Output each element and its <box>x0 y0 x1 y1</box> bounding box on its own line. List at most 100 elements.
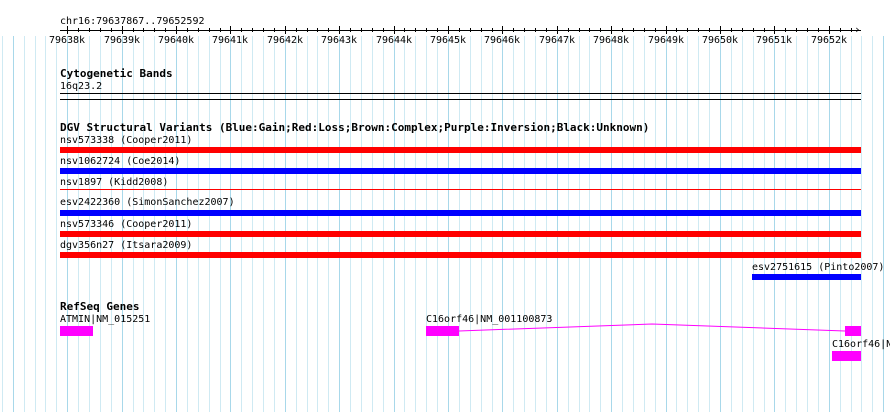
gene-exon[interactable] <box>426 326 459 336</box>
track-title-dgv-structural-variants[interactable]: DGV Structural Variants (Blue:Gain;Red:L… <box>60 122 649 133</box>
gene-intron-line <box>459 323 845 332</box>
ruler-tick <box>829 26 830 34</box>
gene-label[interactable]: ATMIN|NM_015251 <box>60 314 150 325</box>
ruler-minor-tick <box>492 28 493 32</box>
ruler-tick-label: 79642k <box>266 35 304 46</box>
ruler-tick <box>611 26 612 34</box>
ruler-tick-label: 79639k <box>103 35 141 46</box>
ruler-minor-tick <box>524 28 525 32</box>
gene-exon[interactable] <box>845 326 861 336</box>
ruler-tick-label: 79644k <box>375 35 413 46</box>
cytoband-line-bottom <box>60 99 861 100</box>
ruler-minor-tick <box>220 28 221 32</box>
ruler-arrow-icon: › <box>854 23 861 36</box>
ruler-minor-tick <box>187 28 188 32</box>
ruler-tick <box>394 26 395 34</box>
ruler-tick <box>502 26 503 34</box>
ruler-minor-tick <box>89 28 90 32</box>
ruler-minor-tick <box>133 28 134 32</box>
variant-label[interactable]: esv2422360 (SimonSanchez2007) <box>60 197 235 208</box>
ruler-minor-tick <box>633 28 634 32</box>
ruler-tick <box>230 26 231 34</box>
variant-bar-gain[interactable] <box>752 274 861 280</box>
ruler-tick-label: 79640k <box>157 35 195 46</box>
ruler-minor-tick <box>698 28 699 32</box>
ruler-tick <box>720 26 721 34</box>
ruler-minor-tick <box>589 28 590 32</box>
ruler-tick-label: 79652k <box>810 35 848 46</box>
ruler-minor-tick <box>622 28 623 32</box>
ruler-tick <box>774 26 775 34</box>
ruler-minor-tick <box>383 28 384 32</box>
ruler-tick-label: 79648k <box>592 35 630 46</box>
ruler-minor-tick <box>328 28 329 32</box>
ruler-tick-label: 79649k <box>647 35 685 46</box>
variant-bar-loss[interactable] <box>60 252 861 258</box>
variant-label[interactable]: nsv1897 (Kidd2008) <box>60 177 168 188</box>
ruler-tick <box>557 26 558 34</box>
cytoband-label: 16q23.2 <box>60 81 103 92</box>
ruler-tick-label: 79646k <box>483 35 521 46</box>
variant-label[interactable]: dgv356n27 (Itsara2009) <box>60 240 192 251</box>
ruler-tick-label: 79641k <box>211 35 249 46</box>
variant-bar-loss[interactable] <box>60 147 861 153</box>
ruler-axis-line <box>60 30 861 31</box>
ruler-minor-tick <box>676 28 677 32</box>
ruler-tick <box>67 26 68 34</box>
variant-bar-gain[interactable] <box>60 168 861 174</box>
gene-exon[interactable] <box>60 326 93 336</box>
ruler-tick <box>122 26 123 34</box>
ruler-minor-tick <box>263 28 264 32</box>
ruler-tick-label: 79650k <box>701 35 739 46</box>
variant-bar-loss[interactable] <box>60 231 861 237</box>
ruler-minor-tick <box>296 28 297 32</box>
ruler-minor-tick <box>579 28 580 32</box>
ruler-minor-tick <box>372 28 373 32</box>
ruler-minor-tick <box>274 28 275 32</box>
ruler-minor-tick <box>350 28 351 32</box>
gene-label[interactable]: C16orf46|NM_001100873 <box>832 339 890 350</box>
ruler-minor-tick <box>568 28 569 32</box>
ruler-minor-tick <box>742 28 743 32</box>
variant-bar-loss[interactable] <box>60 189 861 190</box>
ruler-minor-tick <box>426 28 427 32</box>
ruler-minor-tick <box>154 28 155 32</box>
ruler-minor-tick <box>470 28 471 32</box>
ruler-minor-tick <box>753 28 754 32</box>
genome-browser-panel: chr16:79637867..79652592 › 79638k 79639k 7… <box>0 0 890 412</box>
ruler-minor-tick <box>209 28 210 32</box>
ruler-tick <box>666 26 667 34</box>
ruler-minor-tick <box>361 28 362 32</box>
ruler-minor-tick <box>252 28 253 32</box>
ruler-minor-tick <box>687 28 688 32</box>
ruler-minor-tick <box>807 28 808 32</box>
track-title-refseq-genes[interactable]: RefSeq Genes <box>60 301 139 312</box>
variant-label[interactable]: esv2751615 (Pinto2007) <box>752 262 884 273</box>
ruler-tick-label: 79643k <box>320 35 358 46</box>
variant-bar-gain[interactable] <box>60 210 861 216</box>
variant-label[interactable]: nsv573346 (Cooper2011) <box>60 219 192 230</box>
variant-label[interactable]: nsv573338 (Cooper2011) <box>60 135 192 146</box>
ruler-minor-tick <box>818 28 819 32</box>
track-title-cytogenetic-bands[interactable]: Cytogenetic Bands <box>60 68 173 79</box>
ruler-tick <box>448 26 449 34</box>
ruler-minor-tick <box>317 28 318 32</box>
ruler-minor-tick <box>165 28 166 32</box>
ruler-minor-tick <box>709 28 710 32</box>
ruler-tick <box>339 26 340 34</box>
ruler-minor-tick <box>198 28 199 32</box>
variant-label[interactable]: nsv1062724 (Coe2014) <box>60 156 180 167</box>
gene-exon[interactable] <box>832 351 861 361</box>
ruler-minor-tick <box>111 28 112 32</box>
ruler-minor-tick <box>100 28 101 32</box>
ruler-tick-label: 79647k <box>538 35 576 46</box>
ruler-minor-tick <box>513 28 514 32</box>
ruler-minor-tick <box>535 28 536 32</box>
ruler-minor-tick <box>404 28 405 32</box>
ruler-minor-tick <box>731 28 732 32</box>
ruler-minor-tick <box>241 28 242 32</box>
ruler-minor-tick <box>764 28 765 32</box>
ruler-tick-label: 79645k <box>429 35 467 46</box>
ruler-minor-tick <box>481 28 482 32</box>
ruler-minor-tick <box>437 28 438 32</box>
